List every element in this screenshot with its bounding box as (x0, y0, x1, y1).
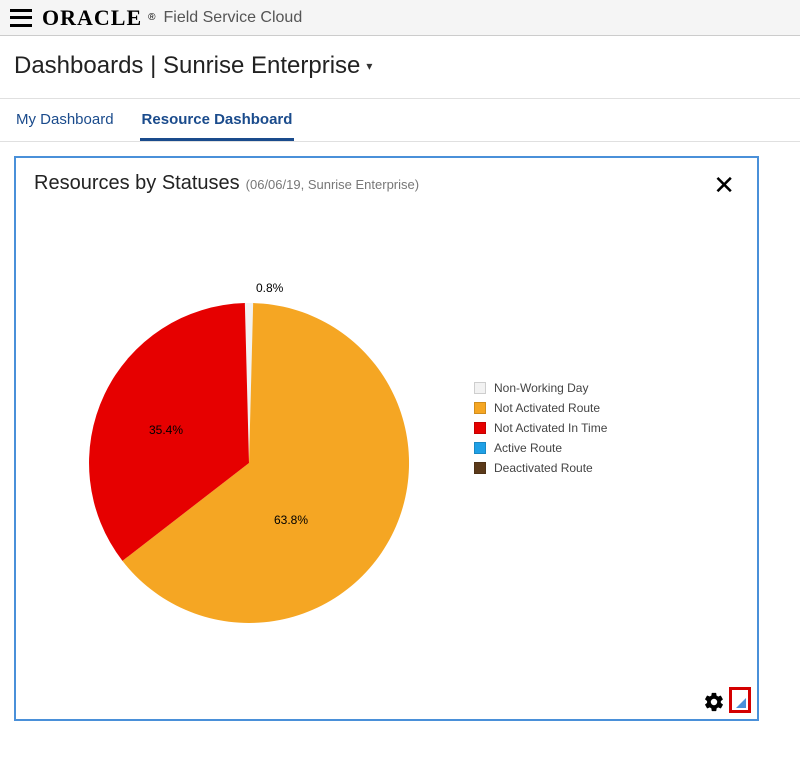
legend-swatch (474, 422, 486, 434)
legend-swatch (474, 462, 486, 474)
menu-icon[interactable] (10, 9, 32, 27)
legend-item-not-activated-route[interactable]: Not Activated Route (474, 401, 607, 415)
chart-legend: Non-Working Day Not Activated Route Not … (474, 375, 607, 481)
dashboard-area: Resources by Statuses (06/06/19, Sunrise… (0, 142, 800, 735)
slice-label-non-working-day: 0.8% (256, 281, 283, 295)
legend-item-non-working-day[interactable]: Non-Working Day (474, 381, 607, 395)
chart-card: Resources by Statuses (06/06/19, Sunrise… (14, 156, 759, 721)
legend-label: Deactivated Route (494, 461, 593, 475)
chart-subtitle: (06/06/19, Sunrise Enterprise) (246, 177, 419, 192)
page-title: Dashboards | Sunrise Enterprise (14, 52, 360, 80)
oracle-logo: ORACLE (42, 5, 142, 31)
gear-icon[interactable] (703, 691, 725, 713)
card-footer-icons (703, 687, 751, 713)
legend-label: Non-Working Day (494, 381, 588, 395)
legend-swatch (474, 382, 486, 394)
pie-chart (84, 298, 414, 628)
pie-area: 0.8% 63.8% 35.4% (34, 198, 454, 658)
chart-title: Resources by Statuses (34, 172, 240, 195)
app-header: ORACLE ® Field Service Cloud (0, 0, 800, 36)
product-name: Field Service Cloud (164, 9, 303, 27)
resize-handle[interactable] (729, 687, 751, 713)
legend-swatch (474, 442, 486, 454)
legend-label: Not Activated Route (494, 401, 600, 415)
close-icon[interactable]: ✕ (709, 172, 739, 198)
legend-label: Active Route (494, 441, 562, 455)
registered-mark: ® (148, 12, 155, 23)
tab-bar: My Dashboard Resource Dashboard (0, 99, 800, 142)
resize-triangle-icon (736, 698, 746, 708)
legend-item-not-activated-in-time[interactable]: Not Activated In Time (474, 421, 607, 435)
legend-item-deactivated-route[interactable]: Deactivated Route (474, 461, 607, 475)
chart-body: 0.8% 63.8% 35.4% Non-Working Day Not Act… (34, 198, 739, 658)
tab-resource-dashboard[interactable]: Resource Dashboard (140, 99, 295, 141)
slice-label-not-activated-route: 63.8% (274, 513, 308, 527)
tab-my-dashboard[interactable]: My Dashboard (14, 99, 116, 141)
legend-swatch (474, 402, 486, 414)
chevron-down-icon[interactable]: ▾ (366, 59, 372, 73)
chart-header: Resources by Statuses (06/06/19, Sunrise… (34, 172, 739, 198)
page-title-row: Dashboards | Sunrise Enterprise ▾ (0, 36, 800, 99)
legend-label: Not Activated In Time (494, 421, 607, 435)
legend-item-active-route[interactable]: Active Route (474, 441, 607, 455)
slice-label-not-activated-in-time: 35.4% (149, 423, 183, 437)
